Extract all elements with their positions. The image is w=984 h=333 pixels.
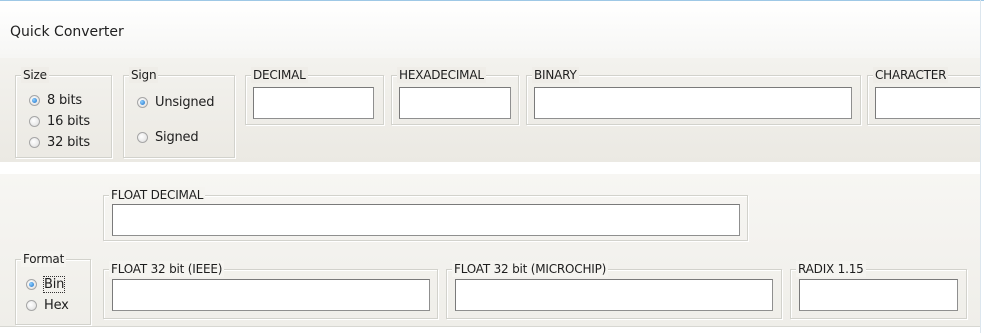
hexadecimal-label: HEXADECIMAL xyxy=(397,67,486,83)
binary-input[interactable] xyxy=(534,87,852,119)
binary-groupbox: BINARY xyxy=(526,67,861,125)
float32-microchip-groupbox: FLOAT 32 bit (MICROCHIP) xyxy=(446,261,782,319)
integer-panel: Size 8 bits 16 bits 32 bits Sign Unsigne… xyxy=(0,58,981,162)
radix-115-label: RADIX 1.15 xyxy=(796,261,866,277)
panel-separator xyxy=(0,162,980,174)
radio-selected-icon xyxy=(26,279,37,290)
sign-signed-label: Signed xyxy=(155,130,199,145)
size-group-label: Size xyxy=(21,67,49,83)
format-group-label: Format xyxy=(21,251,67,267)
radio-unselected-icon xyxy=(29,137,40,148)
radix-115-groupbox: RADIX 1.15 xyxy=(790,261,967,319)
window-right-border xyxy=(980,0,981,333)
decimal-label: DECIMAL xyxy=(251,67,308,83)
sign-group-label: Sign xyxy=(129,67,159,83)
window-title: Quick Converter xyxy=(10,24,124,40)
panel-bottom-border xyxy=(0,326,980,327)
float-decimal-groupbox: FLOAT DECIMAL xyxy=(103,187,748,241)
float32-ieee-label: FLOAT 32 bit (IEEE) xyxy=(109,261,225,277)
size-groupbox: Size 8 bits 16 bits 32 bits xyxy=(15,67,112,158)
binary-label: BINARY xyxy=(532,67,579,83)
title-bar: Quick Converter xyxy=(0,2,980,58)
format-hex-label: Hex xyxy=(44,298,69,313)
float32-ieee-input[interactable] xyxy=(112,279,430,311)
format-bin-label: Bin xyxy=(42,276,66,293)
radio-selected-icon xyxy=(137,97,148,108)
radio-selected-icon xyxy=(29,95,40,106)
float32-microchip-input[interactable] xyxy=(455,279,773,311)
float32-microchip-label: FLOAT 32 bit (MICROCHIP) xyxy=(452,261,609,277)
format-hex-radio[interactable]: Hex xyxy=(26,298,69,313)
sign-unsigned-radio[interactable]: Unsigned xyxy=(137,95,214,110)
character-groupbox: CHARACTER xyxy=(867,67,981,125)
size-8bits-label: 8 bits xyxy=(47,93,82,108)
radio-unselected-icon xyxy=(26,300,37,311)
sign-signed-radio[interactable]: Signed xyxy=(137,130,199,145)
radio-unselected-icon xyxy=(137,132,148,143)
character-input[interactable] xyxy=(875,87,981,119)
size-16bits-label: 16 bits xyxy=(47,114,91,129)
decimal-groupbox: DECIMAL xyxy=(245,67,384,125)
character-label: CHARACTER xyxy=(873,67,949,83)
size-16bits-radio[interactable]: 16 bits xyxy=(29,114,90,129)
hexadecimal-input[interactable] xyxy=(399,87,511,119)
size-32bits-radio[interactable]: 32 bits xyxy=(29,135,90,150)
radix-115-input[interactable] xyxy=(799,279,958,311)
float32-ieee-groupbox: FLOAT 32 bit (IEEE) xyxy=(103,261,438,319)
float-decimal-label: FLOAT DECIMAL xyxy=(109,187,206,203)
format-bin-radio[interactable]: Bin xyxy=(26,276,66,293)
float-panel: FLOAT DECIMAL Format Bin Hex FLOAT 32 bi… xyxy=(0,174,980,326)
size-32bits-label: 32 bits xyxy=(47,135,91,150)
hexadecimal-groupbox: HEXADECIMAL xyxy=(391,67,519,125)
sign-groupbox: Sign Unsigned Signed xyxy=(123,67,235,158)
window-top-border xyxy=(0,0,984,1)
sign-unsigned-label: Unsigned xyxy=(155,95,215,110)
float-decimal-input[interactable] xyxy=(112,204,740,236)
format-groupbox: Format Bin Hex xyxy=(15,251,91,325)
decimal-input[interactable] xyxy=(253,87,374,119)
size-8bits-radio[interactable]: 8 bits xyxy=(29,93,82,108)
radio-unselected-icon xyxy=(29,116,40,127)
